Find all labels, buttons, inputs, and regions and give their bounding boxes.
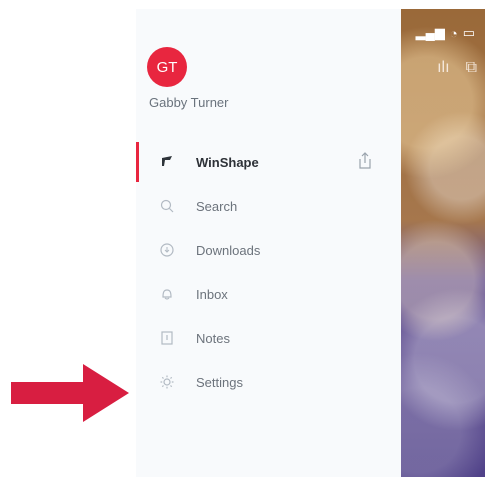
- status-bar: ▂▄▆ ◔ ▭: [416, 25, 475, 41]
- bell-icon: [158, 285, 176, 303]
- background-photo: ▂▄▆ ◔ ▭ ılı ⧉: [401, 9, 485, 477]
- drawer-menu: WinShape Search Downloads Inbox Notes Se…: [136, 140, 401, 404]
- side-drawer: GT Gabby Turner WinShape Search Download…: [136, 9, 401, 477]
- menu-item-winshape[interactable]: WinShape: [136, 140, 401, 184]
- top-icons: ılı ⧉: [437, 59, 477, 77]
- avatar[interactable]: GT: [147, 47, 187, 87]
- chat-icon[interactable]: ⧉: [466, 59, 477, 77]
- avatar-initials: GT: [156, 58, 178, 76]
- menu-item-notes[interactable]: Notes: [136, 316, 401, 360]
- menu-item-search[interactable]: Search: [136, 184, 401, 228]
- signal-icon: ▂▄▆: [415, 25, 445, 40]
- downloads-icon: [158, 241, 176, 259]
- gear-icon: [158, 373, 176, 391]
- user-name: Gabby Turner: [149, 95, 229, 110]
- callout-arrow: [11, 364, 129, 422]
- menu-item-label: Settings: [196, 374, 243, 390]
- menu-item-inbox[interactable]: Inbox: [136, 272, 401, 316]
- phone-screen: GT Gabby Turner WinShape Search Download…: [136, 9, 485, 477]
- notes-icon: [158, 329, 176, 347]
- menu-item-label: Search: [196, 198, 238, 214]
- wifi-icon: ◔: [449, 25, 458, 41]
- search-icon: [158, 197, 176, 215]
- share-icon[interactable]: [358, 152, 372, 174]
- menu-item-label: Notes: [196, 330, 230, 346]
- flag-icon: [158, 153, 176, 171]
- menu-item-settings[interactable]: Settings: [136, 360, 401, 404]
- menu-item-downloads[interactable]: Downloads: [136, 228, 401, 272]
- menu-item-label: Inbox: [196, 286, 228, 302]
- bar-chart-icon[interactable]: ılı: [437, 59, 449, 77]
- battery-icon: ▭: [462, 25, 475, 40]
- menu-item-label: WinShape: [196, 154, 259, 170]
- menu-item-label: Downloads: [196, 242, 261, 258]
